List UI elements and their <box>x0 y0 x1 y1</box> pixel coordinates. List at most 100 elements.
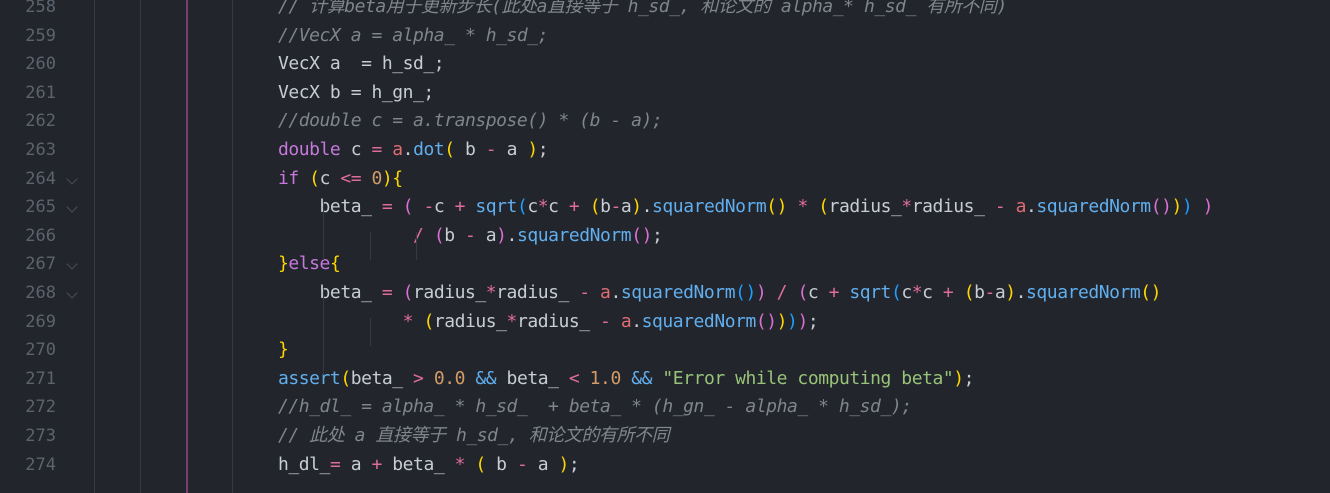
line-number: 272 <box>25 397 56 418</box>
code-token: ( <box>516 196 528 218</box>
code-line[interactable]: 269 * (radius_*radius_ - a.squaredNorm()… <box>0 308 1330 337</box>
code-line[interactable]: 268 beta_ = (radius_*radius_ - a.squared… <box>0 279 1330 308</box>
code-line[interactable]: 263 double c = a.dot( b - a ); <box>0 136 1330 165</box>
code-token: squaredNorm <box>641 310 757 332</box>
line-number: 266 <box>25 225 56 246</box>
code-line[interactable]: 272 //h_dl_ = alpha_ * h_sd_ + beta_ * (h… <box>0 393 1330 422</box>
fold-chevron-icon[interactable] <box>66 258 78 271</box>
code-token: ; <box>537 139 549 160</box>
code-text: beta_ = (radius_*radius_ - a.squaredNorm… <box>278 279 1162 308</box>
code-token: a <box>1015 196 1027 218</box>
code-token: * <box>506 310 518 332</box>
code-token: < <box>568 367 580 389</box>
code-line[interactable]: 273 // 此处 a 直接等于 h_sd_, 和论文的有所不同 <box>0 422 1330 451</box>
code-token: - <box>485 139 497 160</box>
indent-guide-inner <box>323 289 324 375</box>
fold-chevron-icon[interactable] <box>66 287 78 299</box>
code-token: dot <box>413 139 445 160</box>
code-token: = <box>371 139 383 160</box>
code-token: { <box>392 167 403 189</box>
code-token: = <box>381 282 393 303</box>
code-token: ) <box>797 310 808 332</box>
code-line[interactable]: 266 / (b - a).squaredNorm(); <box>0 222 1330 251</box>
code-token: () <box>735 282 756 303</box>
code-token: - <box>423 196 434 218</box>
code-token: VecX b = h_gn_; <box>278 81 434 103</box>
line-number: 270 <box>25 340 56 361</box>
code-line[interactable]: 258 // 计算beta用于更新步长(此处a直接等于 h_sd_, 和论文的 a… <box>0 0 1330 22</box>
code-token: //double c = a.transpose() * (b - a); <box>278 110 663 132</box>
code-line[interactable]: 262 //double c = a.transpose() * (b - a); <box>0 107 1330 136</box>
code-token: ) <box>631 196 642 218</box>
code-line[interactable]: 264 if (c <= 0){ <box>0 165 1330 194</box>
code-token: + <box>454 196 466 218</box>
code-token: a <box>392 139 403 160</box>
code-token: VecX a = h_sd_; <box>278 53 445 75</box>
code-token: . <box>1015 282 1027 303</box>
code-line[interactable]: 259 //VecX a = alpha_ * h_sd_; <box>0 22 1330 51</box>
code-text: assert(beta_ > 0.0 && beta_ < 1.0 && "Er… <box>278 365 974 394</box>
code-text: }else{ <box>278 250 341 279</box>
code-text: double c = a.dot( b - a ); <box>278 136 549 165</box>
code-token: - <box>600 310 611 332</box>
code-token: radius_ <box>496 282 580 303</box>
code-line[interactable]: 270} <box>0 336 1330 365</box>
code-editor[interactable]: 258 // 计算beta用于更新步长(此处a直接等于 h_sd_, 和论文的 a… <box>0 0 1330 493</box>
code-token: . <box>402 139 414 160</box>
code-text: VecX a = h_sd_; <box>278 50 445 79</box>
code-token: ( <box>444 139 455 160</box>
code-line[interactable]: 274 h_dl_= a + beta_ * ( b - a ); <box>0 451 1330 480</box>
code-token: beta_ <box>278 282 382 303</box>
code-line[interactable]: 260 VecX a = h_sd_; <box>0 50 1330 79</box>
code-token: () <box>1150 196 1172 218</box>
code-token: //VecX a = alpha_ * h_sd_; <box>278 24 549 46</box>
code-token: beta_ <box>350 367 414 389</box>
line-number: 267 <box>25 254 56 275</box>
code-line[interactable]: 271 assert(beta_ > 0.0 && beta_ < 1.0 && … <box>0 365 1330 394</box>
code-token: c <box>548 196 569 218</box>
line-number: 273 <box>25 426 56 446</box>
code-token: beta_ <box>496 367 569 389</box>
code-token: double <box>278 139 341 160</box>
code-token: ( <box>402 282 414 303</box>
code-token: 1.0 <box>589 367 622 389</box>
code-token: "Error while computing beta" <box>662 367 954 389</box>
code-token: c <box>807 282 829 303</box>
code-token: . <box>610 282 621 303</box>
code-token: ) <box>787 310 798 332</box>
code-token: a <box>620 196 632 218</box>
code-line[interactable]: 261 VecX b = h_gn_; <box>0 79 1330 108</box>
code-token: * <box>402 310 414 332</box>
code-token: 0.0 <box>433 367 466 389</box>
code-token: > <box>413 367 424 389</box>
code-line[interactable]: 265 beta_ = ( -c + sqrt(c*c + (b-a).squa… <box>0 193 1330 222</box>
fold-chevron-icon[interactable] <box>66 172 78 185</box>
code-token: a <box>496 139 528 160</box>
code-text: //double c = a.transpose() * (b - a); <box>278 107 663 136</box>
code-token: () <box>1140 282 1162 303</box>
fold-chevron-icon[interactable] <box>66 201 78 213</box>
code-token: // 计算beta用于更新步长(此处a直接等于 h_sd_, 和论文的 alph… <box>278 0 1007 17</box>
code-token: * <box>485 282 497 303</box>
code-token: * <box>797 196 808 218</box>
code-token: = <box>329 453 341 475</box>
code-token: ; <box>963 367 975 389</box>
code-token: squaredNorm <box>620 282 736 303</box>
code-line[interactable]: 267 }else{ <box>0 250 1330 279</box>
line-number: 274 <box>25 454 56 475</box>
code-token: a <box>527 453 559 475</box>
code-token: squaredNorm <box>1026 282 1141 303</box>
line-number: 264 <box>25 168 56 189</box>
code-token: = <box>381 196 393 218</box>
